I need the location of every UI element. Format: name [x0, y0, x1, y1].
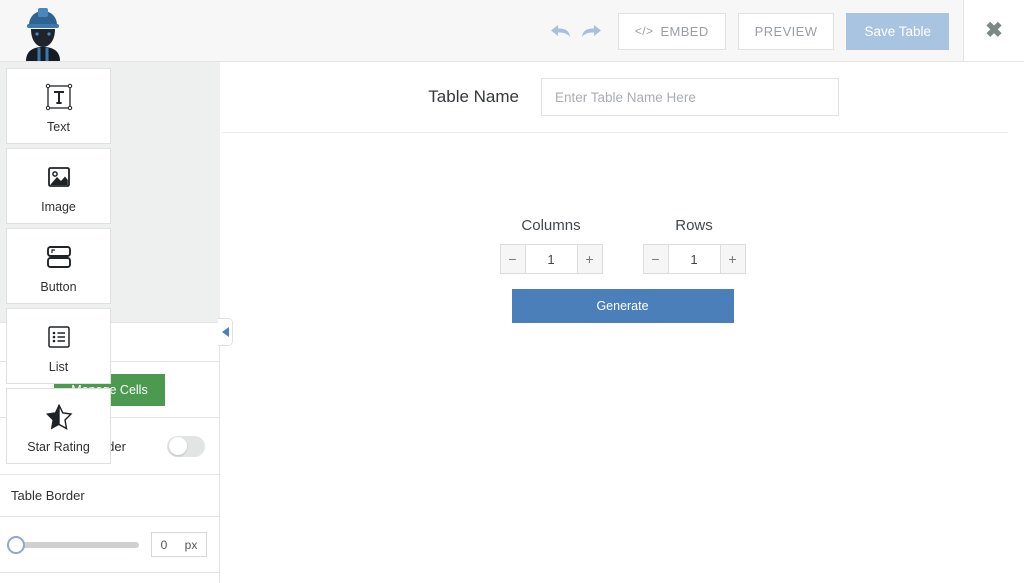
undo-button[interactable] — [546, 15, 576, 47]
columns-label: Columns — [521, 217, 581, 234]
columns-increment-button[interactable]: + — [576, 245, 602, 273]
table-border-block: Table Border 0 px — [0, 475, 219, 573]
sidebar-collapse-button[interactable] — [218, 318, 233, 346]
generate-button[interactable]: Generate — [511, 289, 734, 323]
table-builder-app: </> EMBED PREVIEW Save Table ✖ Text Imag… — [0, 0, 1024, 583]
table-name-label: Table Name — [428, 87, 519, 106]
palette-item-text-label: Text — [47, 119, 70, 134]
palette-item-star-rating-label: Star Rating — [27, 439, 90, 454]
table-border-value: 0 — [160, 537, 168, 552]
columns-stepper: − 1 + — [499, 244, 603, 274]
button-widget-icon — [43, 239, 75, 275]
redo-arrow-icon — [581, 25, 601, 37]
close-icon[interactable]: ✖ — [985, 20, 1003, 41]
app-header: </> EMBED PREVIEW Save Table — [0, 0, 963, 62]
slider-handle[interactable] — [7, 535, 25, 554]
header-actions: </> EMBED PREVIEW Save Table — [546, 0, 949, 62]
top-row-header-toggle[interactable] — [167, 435, 205, 457]
palette-item-list[interactable]: List — [6, 308, 111, 384]
code-glyph-icon: </> — [634, 24, 654, 38]
table-name-input[interactable] — [541, 78, 839, 116]
table-border-unit: px — [184, 537, 198, 552]
steppers: − 1 + − 1 + — [499, 244, 746, 274]
table-border-label: Table Border — [11, 488, 85, 503]
rows-label: Rows — [675, 217, 713, 234]
close-panel: ✖ — [963, 0, 1024, 62]
embed-button[interactable]: </> EMBED — [617, 12, 726, 50]
palette-item-star-rating[interactable]: Star Rating — [6, 388, 111, 464]
save-table-button[interactable]: Save Table — [846, 12, 949, 50]
stepper-labels: Columns Rows — [500, 217, 746, 234]
embed-button-label: EMBED — [660, 23, 709, 39]
palette-item-text[interactable]: Text — [6, 68, 111, 144]
table-name-row: Table Name — [221, 62, 1008, 133]
rows-decrement-button[interactable]: − — [643, 245, 669, 273]
palette-item-button-label: Button — [40, 279, 77, 294]
main-canvas: Table Name Columns Rows − 1 + − 1 + — [221, 62, 1024, 583]
generate-section: Columns Rows − 1 + − 1 + Generate — [221, 217, 1024, 323]
text-widget-icon — [44, 79, 74, 115]
table-border-value-box[interactable]: 0 px — [151, 532, 207, 557]
collapse-left-arrow-icon — [221, 327, 229, 337]
undo-arrow-icon — [550, 25, 570, 37]
star-rating-widget-icon — [44, 399, 74, 435]
rows-stepper: − 1 + — [642, 244, 746, 274]
toggle-knob — [168, 437, 187, 455]
rows-value[interactable]: 1 — [668, 245, 720, 273]
palette-item-button[interactable]: Button — [6, 228, 111, 304]
palette-item-list-label: List — [48, 359, 69, 374]
preview-button-label: PREVIEW — [754, 23, 818, 39]
palette-item-image[interactable]: Image — [6, 148, 111, 224]
columns-decrement-button[interactable]: − — [500, 245, 526, 273]
save-table-label: Save Table — [864, 23, 931, 39]
preview-button[interactable]: PREVIEW — [737, 12, 835, 50]
palette-item-image-label: Image — [41, 199, 76, 214]
sidebar: Text Image Button List Star Rating Cells… — [0, 62, 220, 583]
list-widget-icon — [44, 319, 74, 355]
table-border-slider[interactable] — [7, 535, 139, 554]
columns-value[interactable]: 1 — [525, 245, 577, 273]
image-widget-icon — [44, 159, 74, 195]
user-avatar-hardhat-icon[interactable] — [18, 3, 68, 61]
rows-increment-button[interactable]: + — [719, 245, 745, 273]
widget-palette: Text Image Button List Star Rating — [0, 62, 220, 464]
redo-button[interactable] — [576, 15, 606, 47]
